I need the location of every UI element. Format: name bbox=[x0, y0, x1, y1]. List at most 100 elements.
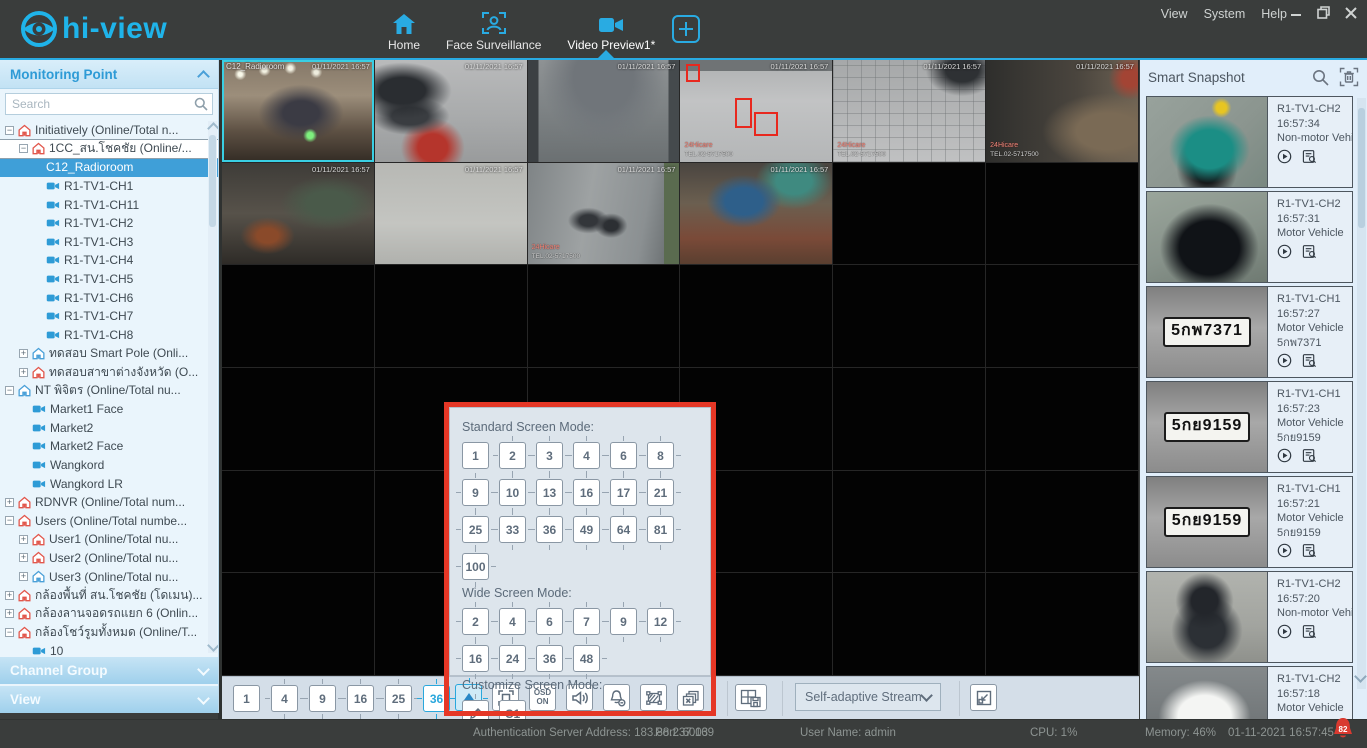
screen-mode-button[interactable]: 2 bbox=[499, 442, 526, 469]
tree-item[interactable]: + User2 (Online/Total nu... bbox=[0, 549, 218, 568]
screen-mode-button[interactable]: 48 bbox=[573, 645, 600, 672]
tree-expander-icon[interactable]: − bbox=[5, 628, 14, 637]
add-tab-button[interactable] bbox=[672, 15, 700, 43]
screen-mode-button[interactable]: 7 bbox=[573, 608, 600, 635]
tree-expander-icon[interactable]: + bbox=[19, 535, 28, 544]
screen-mode-button[interactable]: 1 bbox=[462, 442, 489, 469]
tree-item[interactable]: − กล้องโชว์รูมทั้งหมด (Online/T... bbox=[0, 623, 218, 642]
screen-mode-button[interactable]: 36 bbox=[536, 645, 563, 672]
screen-mode-button[interactable]: 8 bbox=[647, 442, 674, 469]
tree-item[interactable]: + ทดสอบ Smart Pole (Onli... bbox=[0, 344, 218, 363]
snapshot-image[interactable] bbox=[1147, 667, 1268, 719]
snapshot-card[interactable]: 5กย9159 R1-TV1-CH1 16:57:21 Motor Vehicl… bbox=[1146, 476, 1353, 568]
restore-icon[interactable] bbox=[1317, 6, 1330, 19]
tree-item[interactable]: R1-TV1-CH6 bbox=[0, 288, 218, 307]
video-cell[interactable]: 01/11/2021 16:57 bbox=[680, 163, 833, 266]
tree-item[interactable]: R1-TV1-CH8 bbox=[0, 326, 218, 345]
tree-item[interactable]: C12_Radioroom bbox=[0, 158, 218, 177]
tree-item[interactable]: − NT พิจิตร (Online/Total nu... bbox=[0, 381, 218, 400]
snapshot-card[interactable]: 5กย9159 R1-TV1-CH1 16:57:23 Motor Vehicl… bbox=[1146, 381, 1353, 473]
screen-mode-button[interactable]: 21 bbox=[647, 479, 674, 506]
tree-item[interactable]: Wangkord LR bbox=[0, 474, 218, 493]
tree-expander-icon[interactable]: − bbox=[5, 516, 14, 525]
minimize-icon[interactable] bbox=[1290, 7, 1302, 19]
tree-item[interactable]: R1-TV1-CH5 bbox=[0, 270, 218, 289]
stream-type-dropdown[interactable]: Self-adaptive Stream bbox=[795, 683, 941, 711]
snapshot-card[interactable]: 5กพ7371 R1-TV1-CH1 16:57:27 Motor Vehicl… bbox=[1146, 286, 1353, 378]
channel-group-header[interactable]: Channel Group bbox=[0, 655, 218, 684]
close-icon[interactable] bbox=[1345, 7, 1357, 19]
screen-mode-button[interactable]: 36 bbox=[536, 516, 563, 543]
tree-item[interactable]: + User3 (Online/Total nu... bbox=[0, 567, 218, 586]
screen-mode-button[interactable]: 6 bbox=[536, 608, 563, 635]
video-cell[interactable] bbox=[833, 471, 986, 574]
search-icon[interactable] bbox=[194, 97, 208, 111]
play-icon[interactable] bbox=[1277, 244, 1292, 259]
tree-expander-icon[interactable]: + bbox=[19, 349, 28, 358]
tree-item[interactable]: R1-TV1-CH2 bbox=[0, 214, 218, 233]
screen-mode-button[interactable]: 36 bbox=[423, 685, 450, 712]
screen-mode-button[interactable]: 3 bbox=[536, 442, 563, 469]
screen-mode-button[interactable]: 9 bbox=[309, 685, 336, 712]
screen-mode-button[interactable]: 2 bbox=[462, 608, 489, 635]
video-cell[interactable] bbox=[986, 368, 1139, 471]
snapshot-image[interactable]: 5กย9159 bbox=[1147, 477, 1268, 567]
tree-expander-icon[interactable]: − bbox=[5, 126, 14, 135]
tree-item[interactable]: R1-TV1-CH4 bbox=[0, 251, 218, 270]
screen-mode-button[interactable]: 6 bbox=[610, 442, 637, 469]
video-cell[interactable] bbox=[222, 265, 375, 368]
play-icon[interactable] bbox=[1277, 448, 1292, 463]
tab-video-preview[interactable]: Video Preview1* bbox=[567, 15, 655, 52]
video-cell[interactable] bbox=[833, 573, 986, 676]
monitoring-point-header[interactable]: Monitoring Point bbox=[0, 60, 218, 89]
video-cell[interactable] bbox=[528, 265, 681, 368]
screen-mode-button[interactable]: 16 bbox=[462, 645, 489, 672]
screen-mode-button[interactable]: 4 bbox=[573, 442, 600, 469]
play-icon[interactable] bbox=[1277, 353, 1292, 368]
tree-item[interactable]: Wangkord bbox=[0, 456, 218, 475]
snapshot-card[interactable]: R1-TV1-CH2 16:57:34 Non-motor Vehicl bbox=[1146, 96, 1353, 188]
screen-mode-button[interactable]: 9 bbox=[462, 479, 489, 506]
video-cell[interactable]: 01/11/2021 16:57 bbox=[528, 60, 681, 163]
screen-mode-button[interactable]: 49 bbox=[573, 516, 600, 543]
tree-expander-icon[interactable]: + bbox=[5, 609, 14, 618]
video-cell[interactable] bbox=[986, 573, 1139, 676]
alarm-notification-button[interactable]: 82 bbox=[1331, 716, 1355, 742]
tree-item[interactable]: R1-TV1-CH11 bbox=[0, 195, 218, 214]
clear-all-trash-icon[interactable] bbox=[1339, 67, 1359, 87]
tree-item[interactable]: Market2 Face bbox=[0, 437, 218, 456]
tree-item[interactable]: R1-TV1-CH7 bbox=[0, 307, 218, 326]
screen-mode-button[interactable]: 13 bbox=[536, 479, 563, 506]
record-search-icon[interactable] bbox=[1302, 244, 1317, 259]
play-icon[interactable] bbox=[1277, 624, 1292, 639]
record-search-icon[interactable] bbox=[1302, 448, 1317, 463]
record-search-icon[interactable] bbox=[1302, 353, 1317, 368]
search-icon[interactable] bbox=[1312, 69, 1329, 86]
video-cell[interactable] bbox=[833, 163, 986, 266]
tab-face-surveillance[interactable]: Face Surveillance bbox=[446, 11, 541, 52]
tree-item[interactable]: Market1 Face bbox=[0, 400, 218, 419]
play-icon[interactable] bbox=[1277, 543, 1292, 558]
scroll-down-icon[interactable] bbox=[207, 639, 218, 652]
tree-item[interactable]: Market2 bbox=[0, 419, 218, 438]
snapshot-image[interactable]: 5กพ7371 bbox=[1147, 287, 1268, 377]
video-cell[interactable] bbox=[222, 471, 375, 574]
tree-item[interactable]: + ทดสอบสาขาต่างจังหวัด (O... bbox=[0, 363, 218, 382]
tree-expander-icon[interactable]: + bbox=[19, 368, 28, 377]
tree-expander-icon[interactable]: + bbox=[5, 498, 14, 507]
video-cell[interactable] bbox=[222, 573, 375, 676]
snapshot-image[interactable] bbox=[1147, 97, 1268, 187]
tree-item[interactable]: + RDNVR (Online/Total num... bbox=[0, 493, 218, 512]
video-cell[interactable] bbox=[833, 265, 986, 368]
screen-mode-button[interactable]: 16 bbox=[573, 479, 600, 506]
screen-mode-button[interactable]: 12 bbox=[647, 608, 674, 635]
tree-item[interactable]: R1-TV1-CH3 bbox=[0, 233, 218, 252]
video-cell[interactable]: 01/11/2021 16:57 24HicareTEL.02-5717500 bbox=[986, 60, 1139, 163]
video-cell[interactable]: 01/11/2021 16:57 bbox=[375, 163, 528, 266]
search-input[interactable] bbox=[5, 93, 213, 115]
tree-item[interactable]: − 1CC_สน.โชคชัย (Online/... bbox=[0, 140, 218, 159]
video-cell[interactable] bbox=[833, 368, 986, 471]
snapshot-card[interactable]: R1-TV1-CH2 16:57:18 Motor Vehicle bbox=[1146, 666, 1353, 719]
screen-mode-button[interactable]: 100 bbox=[462, 553, 489, 580]
video-cell[interactable]: 01/11/2021 16:57 24HicareTEL.02-5717500 bbox=[680, 60, 833, 163]
